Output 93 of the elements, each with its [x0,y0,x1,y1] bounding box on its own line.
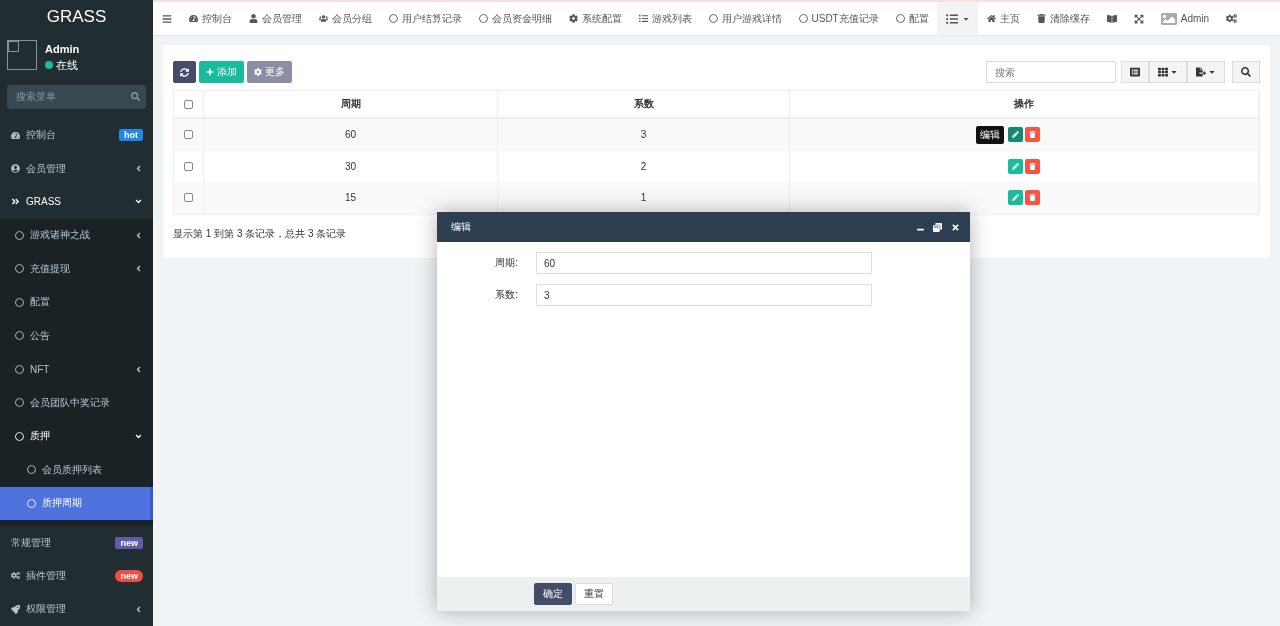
field-label: 系数: [494,288,518,302]
table-cell: 30 [344,160,357,172]
rocket-icon [11,604,20,614]
search-icon [1241,67,1251,77]
table-cell: 15 [344,192,357,204]
table-cell: 3 [640,129,647,141]
menu-item[interactable]: 常规管理 new [0,526,153,560]
menu-badge: hot [119,129,143,142]
pencil-icon [1012,194,1019,202]
row-checkbox[interactable] [184,193,193,203]
delete-button[interactable] [1025,190,1040,206]
list-icon [945,12,958,25]
table-cell: 60 [344,129,357,141]
gears-icon [1226,13,1238,24]
nav-tab[interactable]: 会员管理 [240,2,310,35]
nav-tab[interactable]: USDT充值记录 [790,2,888,35]
gear-icon [254,68,262,76]
broken-image-icon [1160,10,1177,27]
tooltip: 编辑 [976,126,1004,145]
avatar-placeholder [7,39,37,70]
column-header: 操作 [1014,97,1034,111]
user-menu[interactable]: Admin [1152,2,1218,35]
user-status: 在线 [56,57,78,73]
delete-button[interactable] [1025,158,1040,174]
trash-icon [1029,131,1036,139]
fullscreen-icon [1133,13,1144,24]
menu-item[interactable]: 权限管理 [0,592,153,626]
dashboard-icon [11,130,20,140]
nav-tab[interactable]: 用户游戏详情 [700,2,790,35]
nav-tab[interactable]: 用户结算记录 [380,2,470,35]
pagination-summary: 显示第 1 到第 3 条记录，总共 3 条记录 [173,226,347,241]
pencil-icon [1012,131,1019,139]
nav-link[interactable]: 清除缓存 [1028,2,1099,35]
dialog-title: 编辑 [451,220,472,234]
column-header: 周期 [340,97,361,111]
nav-link[interactable]: 主页 [978,2,1029,35]
row-checkbox[interactable] [184,130,193,140]
grid-icon [1158,67,1168,77]
menu-item[interactable]: 插件管理 new [0,559,153,593]
users-icon [318,14,328,23]
nav-tab[interactable]: 控制台 [180,2,240,35]
nav-tab[interactable]: 会员分组 [310,2,380,35]
home-icon [986,14,996,23]
menu-badge: new [115,570,143,582]
reset-button[interactable]: 重置 [575,583,613,605]
double-chevron-icon [11,197,20,207]
menu-item[interactable]: 质押周期 [0,486,153,520]
dashboard-icon [188,14,198,23]
table-cell: 2 [640,160,647,172]
menu-badge: new [115,536,143,549]
search-icon [131,92,140,102]
menu-icon [161,13,172,24]
input-field[interactable]: 60 [536,252,872,274]
caret-icon [1170,68,1178,76]
refresh-button[interactable] [173,61,196,83]
search-button[interactable] [1232,61,1260,83]
column-header: 系数 [633,97,654,111]
menu-item[interactable]: GRASS [0,185,153,219]
user-name: Admin [45,42,80,55]
export-icon [1196,67,1206,77]
trash-icon [1029,194,1036,202]
trash-icon [1036,14,1046,23]
nav-dropdown-button[interactable] [937,2,979,35]
plus-icon [206,68,214,76]
confirm-button[interactable]: 确定 [534,583,572,605]
nav-tab[interactable]: 配置 [887,2,938,35]
nav-tab[interactable]: 系统配置 [560,2,630,35]
close-icon[interactable] [951,222,960,232]
restore-icon[interactable] [933,222,942,232]
list-icon [1130,67,1140,77]
refresh-icon [180,67,189,77]
list-icon [638,14,648,23]
toggle-view-button[interactable] [1121,61,1149,83]
book-icon [1106,13,1117,24]
nav-tab[interactable]: 会员资金明细 [470,2,560,35]
select-all-checkbox[interactable] [184,99,193,109]
gears-icon [11,571,20,581]
search-field[interactable]: 搜索 [986,61,1116,83]
menu-item[interactable]: 控制台 hot [0,118,153,152]
nav-tab[interactable]: 游戏列表 [630,2,700,35]
user-icon [248,14,258,23]
columns-button[interactable] [1149,61,1187,83]
pencil-icon [1012,162,1019,170]
menu-item[interactable]: 会员管理 [0,151,153,186]
row-checkbox[interactable] [184,161,193,171]
field-label: 周期: [494,256,518,270]
caret-icon [1208,68,1216,76]
gear-icon [568,14,578,23]
delete-button[interactable] [1025,127,1040,143]
trash-icon [1029,162,1036,170]
table-cell: 1 [640,192,647,204]
export-button[interactable] [1187,61,1225,83]
input-field[interactable]: 3 [536,284,872,306]
